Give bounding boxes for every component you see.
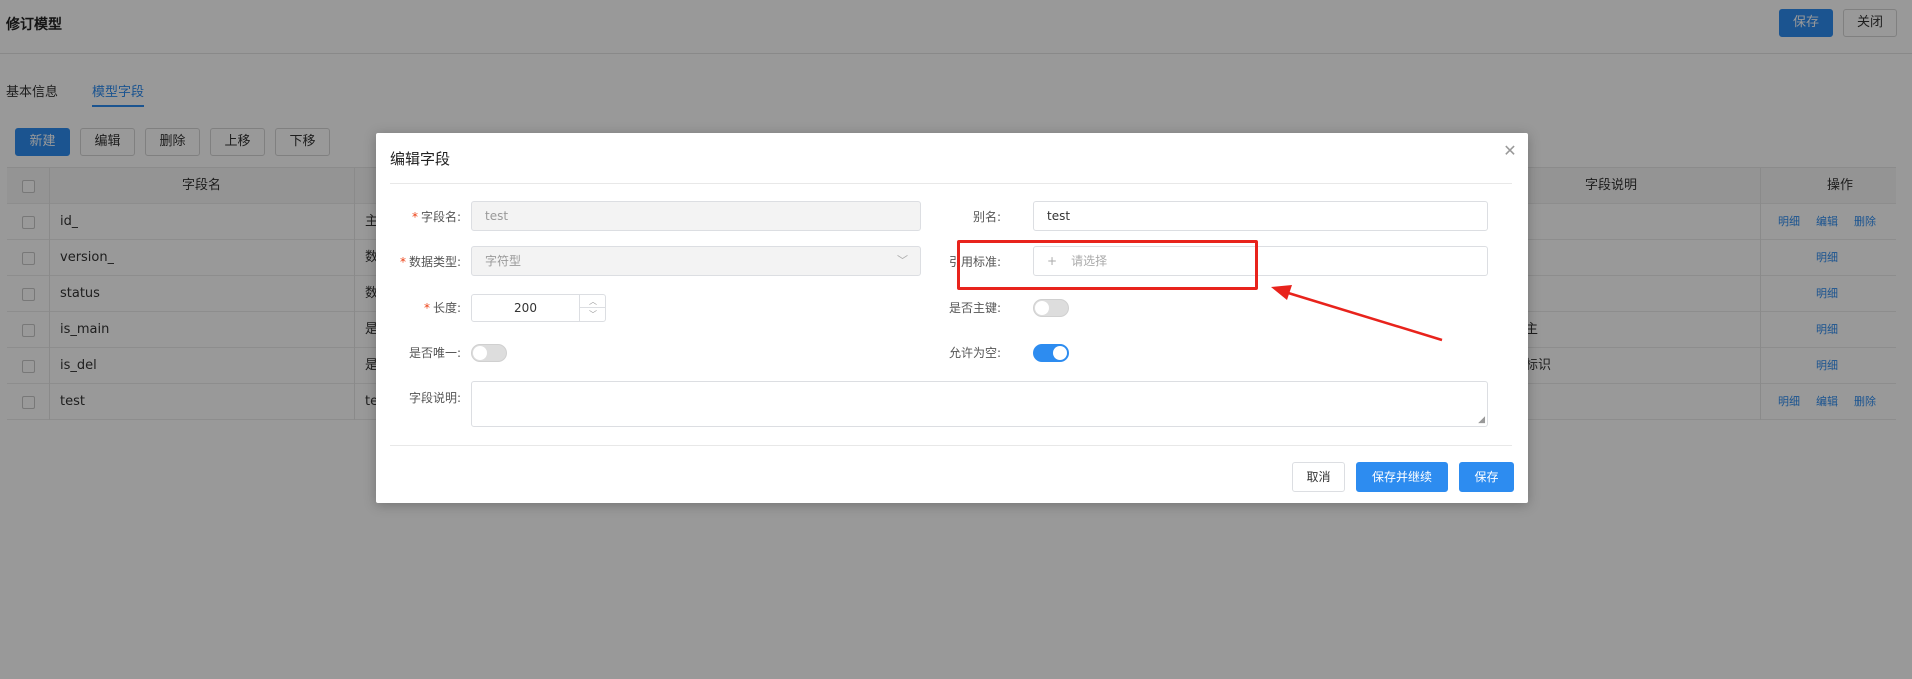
required-mark: *	[423, 301, 430, 315]
close-icon[interactable]: ✕	[1500, 141, 1520, 161]
field-desc-textarea[interactable]: ◢	[471, 381, 1488, 427]
save-and-continue-button[interactable]: 保存并继续	[1356, 462, 1448, 492]
field-name-label: * 字段名:	[411, 210, 461, 224]
field-desc-label: 字段说明:	[408, 391, 461, 405]
resize-handle-icon[interactable]: ◢	[1478, 415, 1485, 425]
edit-field-dialog: 编辑字段 ✕ * 字段名: test 别名: test * 数据类型: 字符型 ﹀ …	[376, 133, 1528, 503]
nullable-label: 允许为空:	[948, 346, 1001, 360]
alias-input[interactable]: test	[1033, 201, 1488, 231]
number-stepper: ︿ ﹀	[579, 295, 606, 321]
dialog-footer-divider	[390, 445, 1512, 446]
length-number-input[interactable]: 200 ︿ ﹀	[471, 294, 606, 322]
dialog-title: 编辑字段	[390, 150, 451, 168]
switch-knob	[1053, 346, 1067, 360]
switch-knob	[1035, 301, 1049, 315]
dialog-header-divider	[390, 183, 1512, 184]
chevron-up-icon[interactable]: ︿	[580, 295, 606, 308]
nullable-switch[interactable]	[1033, 344, 1069, 362]
required-mark: *	[411, 210, 418, 224]
data-type-label: * 数据类型:	[399, 255, 461, 269]
field-name-input[interactable]: test	[471, 201, 921, 231]
highlight-box	[957, 240, 1258, 290]
length-value[interactable]: 200	[472, 295, 579, 321]
data-type-value: 字符型	[485, 254, 522, 268]
cancel-button[interactable]: 取消	[1292, 462, 1345, 492]
alias-label: 别名:	[972, 210, 1001, 224]
save-button[interactable]: 保存	[1459, 462, 1514, 492]
required-mark: *	[399, 255, 406, 269]
data-type-select[interactable]: 字符型 ﹀	[471, 246, 921, 276]
length-label: * 长度:	[423, 301, 461, 315]
unique-switch[interactable]	[471, 344, 507, 362]
unique-label: 是否唯一:	[408, 346, 461, 360]
chevron-down-icon: ﹀	[897, 254, 908, 267]
primary-key-switch[interactable]	[1033, 299, 1069, 317]
primary-key-label: 是否主键:	[948, 301, 1001, 315]
switch-knob	[473, 346, 487, 360]
chevron-down-icon[interactable]: ﹀	[580, 308, 606, 321]
